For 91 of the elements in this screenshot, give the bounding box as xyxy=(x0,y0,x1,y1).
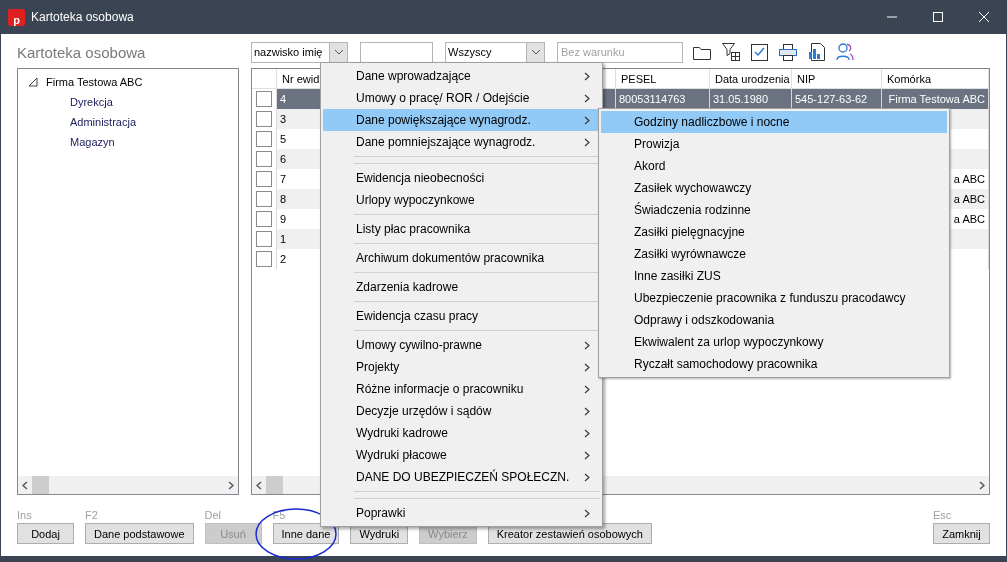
row-checkbox[interactable] xyxy=(256,131,272,147)
close-icon[interactable] xyxy=(979,12,989,22)
scrollbar-thumb[interactable] xyxy=(32,476,49,494)
chevron-icon xyxy=(584,340,590,350)
menu-item[interactable]: Wydruki płacowe xyxy=(323,444,600,466)
close-dialog-button[interactable]: Zamknij xyxy=(933,523,990,544)
chevron-icon xyxy=(584,428,590,438)
sort-combo[interactable]: nazwisko imię xyxy=(251,41,348,63)
shortcut-label: F2 xyxy=(85,509,99,523)
table-cell: 8 xyxy=(277,189,321,209)
scope-combo[interactable]: Wszyscy xyxy=(445,41,545,63)
row-checkbox[interactable] xyxy=(256,211,272,227)
menu-item[interactable]: Archiwum dokumentów pracownika xyxy=(323,247,600,269)
menu-item[interactable]: Urlopy wypoczynkowe xyxy=(323,189,600,211)
menu-item[interactable]: Dane powiększające wynagrodz. xyxy=(323,109,600,131)
action-button[interactable]: Dane podstawowe xyxy=(85,523,194,544)
menu-item[interactable]: Zdarzenia kadrowe xyxy=(323,276,600,298)
chevron-icon xyxy=(584,472,590,482)
menu-item[interactable]: Listy płac pracownika xyxy=(323,218,600,240)
chevron-icon xyxy=(584,93,590,103)
row-checkbox[interactable] xyxy=(256,151,272,167)
menu-item[interactable]: Dane pomniejszające wynagrodz. xyxy=(323,131,600,153)
menu-item[interactable]: Prowizja xyxy=(601,133,947,155)
table-cell: 545-127-63-62 xyxy=(792,89,882,109)
table-cell: 4 xyxy=(277,89,321,109)
printer-icon[interactable] xyxy=(779,43,797,61)
chevron-icon xyxy=(584,384,590,394)
scroll-left-icon[interactable] xyxy=(256,480,262,490)
checkbox-icon[interactable] xyxy=(751,43,768,61)
folder-icon[interactable] xyxy=(693,44,711,60)
app-icon: p xyxy=(8,8,25,26)
menu-item[interactable]: Ewidencja nieobecności xyxy=(323,167,600,189)
shortcut-label: Del xyxy=(204,509,223,523)
horizontal-scrollbar[interactable] xyxy=(18,476,238,494)
table-cell: 1 xyxy=(277,229,321,249)
row-checkbox[interactable] xyxy=(256,91,272,107)
row-checkbox[interactable] xyxy=(256,231,272,247)
menu-item[interactable]: Wydruki kadrowe xyxy=(323,422,600,444)
scroll-right-icon[interactable] xyxy=(979,480,985,490)
menu-item[interactable]: Ryczałt samochodowy pracownika xyxy=(601,353,947,375)
table-cell: 6 xyxy=(277,149,321,169)
shortcut-label: Ins xyxy=(17,509,33,523)
tree-item[interactable]: Administracja xyxy=(70,116,137,128)
menu-item[interactable]: Ubezpieczenie pracownika z funduszu pracodawcy xyxy=(601,287,947,309)
menu-item[interactable]: Decyzje urzędów i sądów xyxy=(323,400,600,422)
maximize-icon[interactable] xyxy=(933,12,943,22)
menu-item[interactable]: Różne informacje o pracowniku xyxy=(323,378,600,400)
row-checkbox[interactable] xyxy=(256,171,272,187)
document-chart-icon[interactable] xyxy=(808,43,825,61)
tree-item[interactable]: Magazyn xyxy=(70,136,115,148)
shortcut-label: Esc xyxy=(933,509,953,523)
menu-item[interactable]: Odprawy i odszkodowania xyxy=(601,309,947,331)
row-checkbox[interactable] xyxy=(256,191,272,207)
menu-item[interactable]: Dane wprowadzające xyxy=(323,65,600,87)
menu-item[interactable]: Poprawki xyxy=(323,502,600,524)
menu-item[interactable]: Ekwiwalent za urlop wypoczynkowy xyxy=(601,331,947,353)
chevron-icon xyxy=(584,406,590,416)
chevron-icon xyxy=(584,71,590,81)
menu-item[interactable]: Umowy o pracę/ ROR / Odejście xyxy=(323,87,600,109)
expander-icon[interactable] xyxy=(28,77,38,87)
table-cell: Firma Testowa ABC xyxy=(882,89,989,109)
action-button[interactable]: Dodaj xyxy=(17,523,74,544)
chevron-icon xyxy=(584,508,590,518)
menu-item[interactable]: Zasiłki wyrównawcze xyxy=(601,243,947,265)
scroll-right-icon[interactable] xyxy=(228,480,234,490)
chevron-icon xyxy=(584,137,590,147)
row-checkbox[interactable] xyxy=(256,111,272,127)
users-icon[interactable] xyxy=(836,43,854,61)
menu-item[interactable]: Projekty xyxy=(323,356,600,378)
table-cell: 31.05.1980 xyxy=(710,89,792,109)
scrollbar-thumb[interactable] xyxy=(266,476,283,494)
text-field[interactable] xyxy=(360,41,433,63)
window-title: Kartoteka osobowa xyxy=(31,10,134,24)
menu-item[interactable]: Godziny nadliczbowe i nocne xyxy=(601,111,947,133)
chevron-icon xyxy=(584,450,590,460)
menu-item[interactable]: Umowy cywilno-prawne xyxy=(323,334,600,356)
chevron-icon xyxy=(584,362,590,372)
filter-icon[interactable] xyxy=(722,43,740,61)
chevron-icon xyxy=(584,115,590,125)
table-cell: 3 xyxy=(277,109,321,129)
row-checkbox[interactable] xyxy=(256,251,272,267)
menu-item[interactable]: Inne zasiłki ZUS xyxy=(601,265,947,287)
page-heading: Kartoteka osobowa xyxy=(17,43,147,61)
condition-field[interactable]: Bez warunku xyxy=(557,41,683,63)
tree-item[interactable]: Dyrekcja xyxy=(70,96,113,108)
menu-item[interactable]: Ewidencja czasu pracy xyxy=(323,305,600,327)
table-cell: 80053114763 xyxy=(616,89,710,109)
scroll-left-icon[interactable] xyxy=(22,480,28,490)
action-button[interactable]: Inne dane xyxy=(272,523,340,544)
menu-item[interactable]: DANE DO UBEZPIECZEŃ SPOŁECZN. xyxy=(323,466,600,488)
tree-item[interactable]: Firma Testowa ABC xyxy=(46,76,143,88)
